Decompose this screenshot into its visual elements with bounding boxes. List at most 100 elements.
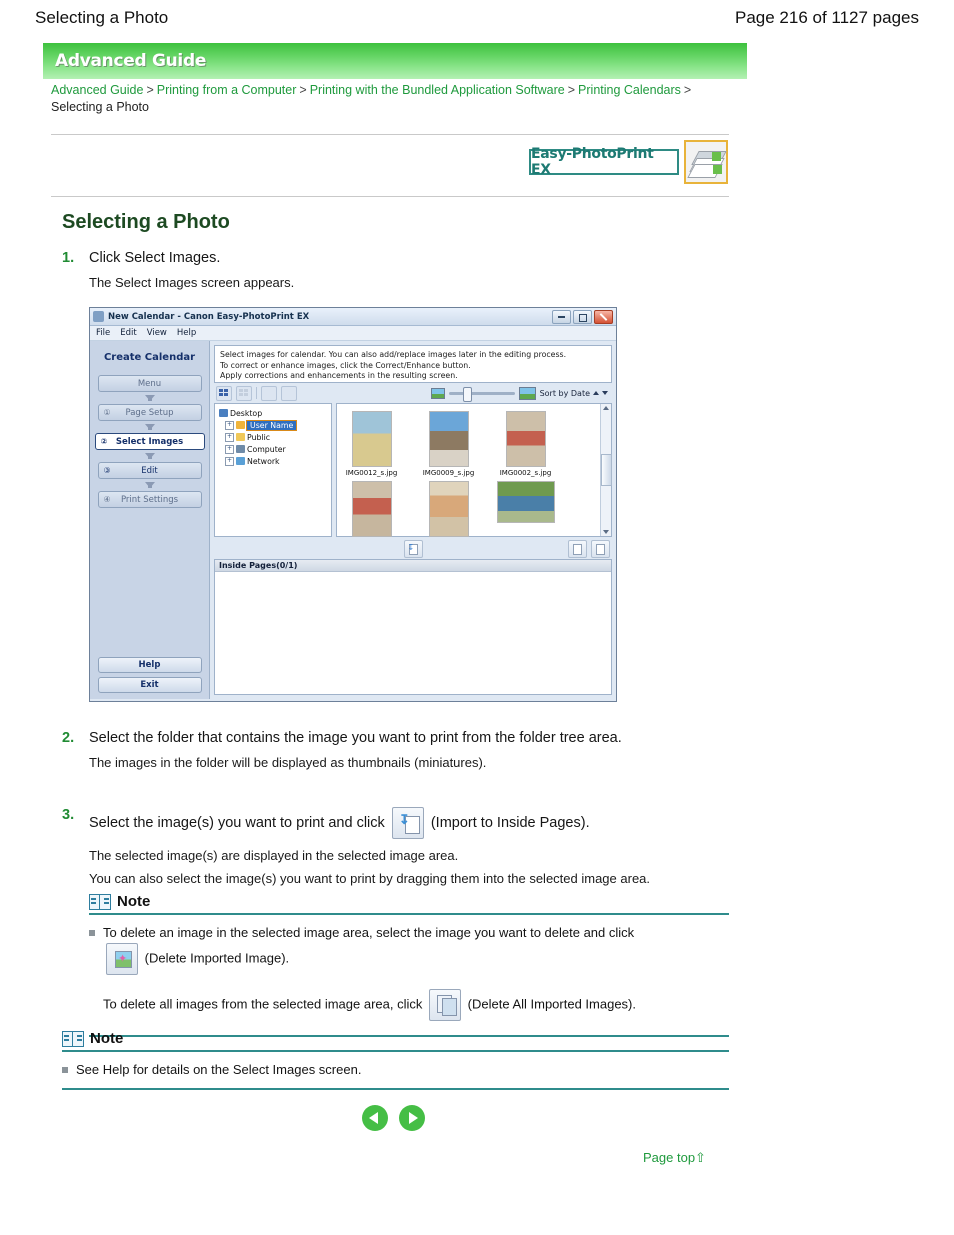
thumbnail-item[interactable]: IMG0012_s.jpg <box>343 409 400 477</box>
step-2-text: Select the folder that contains the imag… <box>89 730 622 746</box>
breadcrumb-item-2[interactable]: Printing with the Bundled Application So… <box>310 83 565 97</box>
selected-image-area[interactable]: Inside Pages(0/1) <box>214 559 612 695</box>
slider-handle[interactable] <box>462 386 472 402</box>
import-to-inside-pages-icon[interactable]: ↧ <box>403 540 423 558</box>
expander-icon[interactable]: + <box>225 420 234 430</box>
expander-icon[interactable]: + <box>225 456 234 466</box>
minimize-button[interactable] <box>552 309 571 324</box>
flow-arrow-icon <box>144 424 155 430</box>
menu-view[interactable]: View <box>147 328 167 338</box>
thumbnail-scrollbar[interactable] <box>600 404 612 536</box>
correct-enhance-icon[interactable] <box>261 385 277 401</box>
note-item-text-after: (Delete Imported Image). <box>144 950 290 966</box>
thumbnail-image[interactable] <box>505 411 546 467</box>
breadcrumb-item-3[interactable]: Printing Calendars <box>578 83 681 97</box>
sidebar-item-page-setup[interactable]: ① Page Setup <box>97 404 202 421</box>
user-folder-icon <box>236 421 245 429</box>
app-toolbar: Sort by Date <box>214 383 612 403</box>
tree-item-user-name[interactable]: + User Name <box>217 419 329 431</box>
sort-label-text: Sort by Date <box>539 388 590 398</box>
thumbnail-filename: IMG0009_s.jpg <box>422 469 475 477</box>
sidebar-item-menu[interactable]: Menu <box>97 375 202 392</box>
thumbnail-item[interactable]: IMG0009_s.jpg <box>420 409 477 477</box>
thumbnail-item[interactable] <box>343 479 400 539</box>
app-window-title: New Calendar - Canon Easy-PhotoPrint EX <box>108 311 310 322</box>
delete-imported-image-icon[interactable] <box>568 540 587 558</box>
thumbnail-item[interactable]: IMG0002_s.jpg <box>497 409 554 477</box>
delete-imported-image-icon[interactable]: ✦ <box>106 943 138 975</box>
step-2-sub-0: The images in the folder will be display… <box>89 755 487 770</box>
bullet-icon <box>89 930 95 936</box>
page-navigation <box>362 1105 425 1131</box>
breadcrumb-item-1[interactable]: Printing from a Computer <box>157 83 297 97</box>
grid-view-off-icon[interactable] <box>236 385 252 401</box>
menu-help[interactable]: Help <box>177 328 196 338</box>
thumbnail-image[interactable] <box>428 481 469 537</box>
scroll-up-icon[interactable] <box>603 406 609 410</box>
flow-arrow-icon <box>144 453 155 459</box>
sort-ascending-icon[interactable] <box>593 391 599 395</box>
thumbnail-image[interactable] <box>351 411 392 467</box>
sidebar-item-select-images[interactable]: ② Select Images <box>94 433 205 450</box>
next-page-arrow-icon[interactable] <box>399 1105 425 1131</box>
thumbnail-size-slider[interactable] <box>430 386 536 402</box>
note-item-text: To delete all images from the selected i… <box>103 989 636 1021</box>
breadcrumb-separator: > <box>299 83 307 97</box>
help-button[interactable]: Help <box>97 657 202 673</box>
step-3-text-after: (Import to Inside Pages). <box>430 814 590 831</box>
scroll-down-icon[interactable] <box>603 530 609 534</box>
application-screenshot: New Calendar - Canon Easy-PhotoPrint EX … <box>89 307 617 702</box>
import-toolbar: ↧ <box>214 539 612 559</box>
special-filter-icon[interactable] <box>281 385 297 401</box>
delete-all-imported-images-icon[interactable] <box>591 540 610 558</box>
chevron-down-icon[interactable] <box>602 391 608 395</box>
expander-icon[interactable]: + <box>225 432 234 442</box>
breadcrumb-item-0[interactable]: Advanced Guide <box>51 83 143 97</box>
close-button[interactable] <box>594 309 613 324</box>
sidebar-item-print-settings[interactable]: ④ Print Settings <box>97 491 202 508</box>
expander-icon[interactable]: + <box>225 444 234 454</box>
step-3-sub-0: The selected image(s) are displayed in t… <box>89 848 459 863</box>
thumbnail-item[interactable] <box>420 479 477 539</box>
exit-button[interactable]: Exit <box>97 677 202 693</box>
thumbnail-filename: IMG0002_s.jpg <box>499 469 552 477</box>
tree-item-label: Desktop <box>230 408 263 418</box>
thumbnail-area[interactable]: IMG0012_s.jpg IMG0009_s.jpg IMG0002_s.jp… <box>336 403 612 537</box>
note-block-1: Note To delete an image in the selected … <box>89 893 729 1037</box>
menu-edit[interactable]: Edit <box>120 328 136 338</box>
tree-item-public[interactable]: + Public <box>217 431 329 443</box>
page-top-link[interactable]: Page top⇧ <box>643 1150 706 1166</box>
maximize-button[interactable] <box>573 309 592 324</box>
large-thumbnail-icon <box>518 386 536 400</box>
previous-page-arrow-icon[interactable] <box>362 1105 388 1131</box>
note-book-icon <box>62 1030 84 1047</box>
thumbnail-item[interactable] <box>496 479 555 539</box>
tree-item-computer[interactable]: + Computer <box>217 443 329 455</box>
divider-top <box>51 134 729 135</box>
breadcrumb-separator: > <box>683 83 692 97</box>
import-to-inside-pages-icon[interactable]: ↧ <box>391 807 424 839</box>
description-line-1: To correct or enhance images, click the … <box>220 360 471 370</box>
scrollbar-thumb[interactable] <box>600 454 612 486</box>
delete-all-imported-images-icon[interactable] <box>429 989 462 1021</box>
thumbnail-image[interactable] <box>351 481 392 537</box>
note-divider-bottom <box>62 1088 729 1090</box>
sidebar-item-label: Page Setup <box>125 407 174 418</box>
thumbnail-image[interactable] <box>496 481 555 523</box>
note-item: To delete all images from the selected i… <box>89 989 729 1021</box>
step-3-text-before: Select the image(s) you want to print an… <box>89 814 385 831</box>
grid-view-icon[interactable] <box>216 385 232 401</box>
menu-file[interactable]: File <box>96 328 110 338</box>
folder-tree-area[interactable]: Desktop + User Name + Public + Computer … <box>214 403 332 537</box>
step-2: 2. Select the folder that contains the i… <box>62 730 782 772</box>
stacked-photos-icon <box>684 140 728 184</box>
slider-track[interactable] <box>448 386 515 402</box>
tree-item-network[interactable]: + Network <box>217 455 329 467</box>
document-title: Selecting a Photo <box>35 8 169 27</box>
easy-photoprint-label: Easy-PhotoPrint EX <box>529 146 679 178</box>
sidebar-item-edit[interactable]: ③ Edit <box>97 462 202 479</box>
thumbnail-filename: IMG0012_s.jpg <box>345 469 398 477</box>
sort-by-date-dropdown[interactable]: Sort by Date <box>540 389 610 398</box>
tree-item-desktop[interactable]: Desktop <box>217 407 329 419</box>
thumbnail-image[interactable] <box>428 411 469 467</box>
